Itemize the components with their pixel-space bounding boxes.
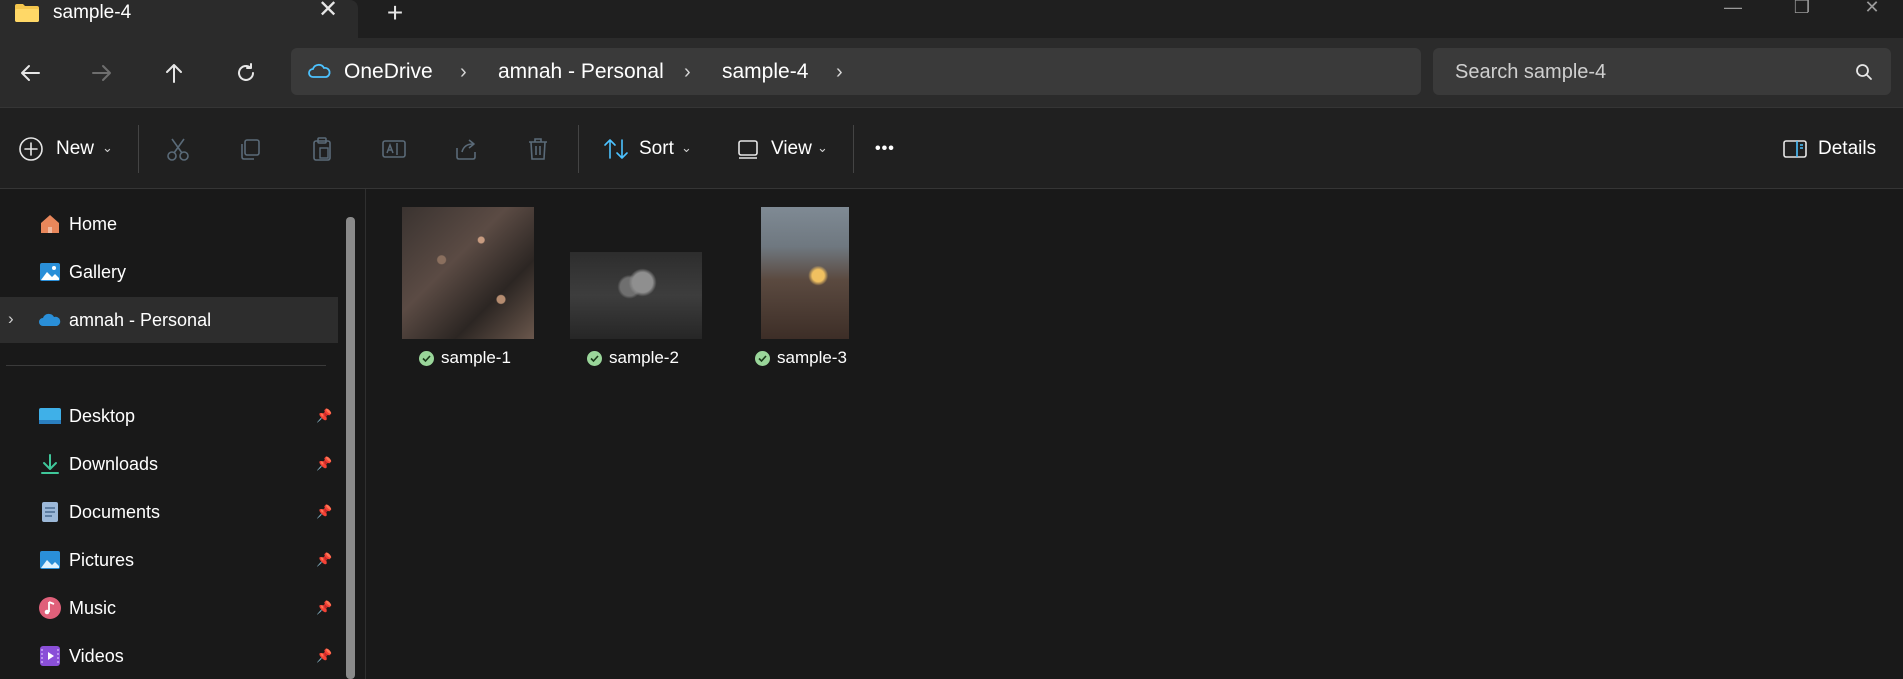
sidebar-item-videos[interactable]: Videos 📌 — [0, 633, 338, 679]
file-item[interactable]: sample-2 — [564, 205, 712, 380]
file-item[interactable]: sample-1 — [396, 205, 544, 380]
delete-icon[interactable] — [523, 134, 553, 164]
chevron-right-icon[interactable]: › — [8, 309, 22, 329]
sidebar-item-music[interactable]: Music 📌 — [0, 585, 338, 631]
forward-button[interactable] — [80, 58, 124, 88]
gallery-icon — [38, 260, 62, 284]
sidebar-item-label: Pictures — [69, 550, 135, 570]
sidebar-item-label: amnah - Personal — [69, 310, 212, 330]
minimize-button[interactable]: — — [1713, 0, 1753, 18]
toolbar-divider — [138, 125, 139, 173]
rename-icon[interactable] — [379, 134, 409, 164]
cut-icon[interactable] — [163, 134, 193, 164]
sidebar-item-label: Downloads — [69, 454, 159, 474]
pane-divider[interactable] — [365, 189, 366, 679]
sidebar-item-gallery[interactable]: Gallery — [0, 249, 338, 295]
sidebar-divider — [6, 365, 326, 366]
sidebar-scrollbar[interactable] — [346, 217, 355, 679]
refresh-icon — [238, 63, 254, 81]
pin-icon[interactable]: 📌 — [316, 648, 332, 664]
search-input[interactable]: Search sample-4 — [1455, 59, 1606, 85]
onedrive-cloud-icon — [307, 62, 331, 80]
new-label: New — [56, 138, 95, 159]
sync-check-icon — [419, 351, 434, 366]
arrow-right-icon — [92, 65, 111, 81]
arrow-up-icon — [166, 64, 182, 83]
folder-icon — [14, 4, 40, 22]
breadcrumb-separator[interactable]: › — [836, 59, 843, 85]
sidebar-item-label: Gallery — [69, 262, 127, 282]
file-item[interactable]: sample-3 — [732, 205, 880, 380]
copy-icon[interactable] — [235, 134, 265, 164]
sidebar-item-amnah-personal[interactable]: › amnah - Personal — [0, 297, 338, 343]
share-icon[interactable] — [451, 134, 481, 164]
image-thumbnail — [570, 252, 702, 339]
sidebar-item-label: Documents — [69, 502, 161, 522]
details-label: Details — [1818, 138, 1877, 159]
file-name: sample-2 — [609, 348, 679, 367]
chevron-down-icon: ⌄ — [102, 140, 113, 155]
sidebar-item-documents[interactable]: Documents 📌 — [0, 489, 338, 535]
sidebar-item-downloads[interactable]: Downloads 📌 — [0, 441, 338, 487]
tab-title: sample-4 — [53, 2, 132, 23]
sort-button[interactable]: Sort ⌄ — [601, 134, 693, 164]
back-button[interactable] — [8, 58, 52, 88]
command-bar — [0, 107, 1903, 189]
new-tab-button[interactable]: + — [380, 0, 410, 28]
view-button[interactable]: View ⌄ — [733, 134, 833, 164]
pin-icon[interactable]: 📌 — [316, 552, 332, 568]
breadcrumb-onedrive[interactable]: OneDrive — [344, 59, 433, 85]
sidebar-item-pictures[interactable]: Pictures 📌 — [0, 537, 338, 583]
sync-check-icon — [755, 351, 770, 366]
file-name: sample-3 — [777, 348, 847, 367]
download-icon — [38, 452, 62, 476]
pin-icon[interactable]: 📌 — [316, 456, 332, 472]
paste-icon[interactable] — [307, 134, 337, 164]
breadcrumb-separator[interactable]: › — [460, 59, 467, 85]
pin-icon[interactable]: 📌 — [316, 600, 332, 616]
music-icon — [38, 596, 62, 620]
breadcrumb-separator[interactable]: › — [684, 59, 691, 85]
new-button[interactable]: New ⌄ — [14, 134, 134, 164]
videos-icon — [38, 644, 62, 668]
pictures-icon — [38, 548, 62, 572]
sidebar-item-label: Music — [69, 598, 117, 618]
desktop-icon — [38, 404, 62, 428]
breadcrumb-amnah-personal[interactable]: amnah - Personal — [498, 59, 664, 85]
breadcrumb-sample-4[interactable]: sample-4 — [722, 59, 808, 85]
chevron-down-icon: ⌄ — [817, 140, 828, 155]
home-icon — [38, 212, 62, 236]
toolbar-divider — [853, 125, 854, 173]
arrow-left-icon — [21, 65, 40, 81]
close-window-button[interactable]: ✕ — [1852, 0, 1892, 18]
search-icon[interactable] — [1855, 63, 1873, 81]
up-button[interactable] — [152, 58, 196, 88]
onedrive-cloud-icon — [38, 308, 62, 332]
chevron-down-icon: ⌄ — [681, 140, 692, 155]
sidebar-item-label: Videos — [69, 646, 124, 666]
view-icon — [733, 134, 763, 164]
image-thumbnail — [761, 207, 849, 339]
sidebar-item-home[interactable]: Home — [0, 201, 338, 247]
document-icon — [38, 500, 62, 524]
add-circle-icon — [16, 134, 46, 164]
toolbar-divider — [578, 125, 579, 173]
details-pane-icon — [1780, 134, 1810, 164]
sort-icon — [601, 134, 631, 164]
view-label: View — [771, 138, 812, 159]
close-tab-icon[interactable]: ✕ — [316, 0, 340, 22]
sidebar-item-desktop[interactable]: Desktop 📌 — [0, 393, 338, 439]
sidebar-item-label: Home — [69, 214, 118, 234]
restore-button[interactable]: ❐ — [1782, 0, 1822, 18]
more-options-icon[interactable]: ••• — [875, 136, 905, 162]
pin-icon[interactable]: 📌 — [316, 408, 332, 424]
details-button[interactable]: Details — [1780, 134, 1890, 164]
pin-icon[interactable]: 📌 — [316, 504, 332, 520]
sidebar-item-label: Desktop — [69, 406, 136, 426]
refresh-button[interactable] — [224, 58, 268, 88]
sort-label: Sort — [639, 138, 674, 159]
sync-check-icon — [587, 351, 602, 366]
image-thumbnail — [402, 207, 534, 339]
file-name: sample-1 — [441, 348, 511, 367]
